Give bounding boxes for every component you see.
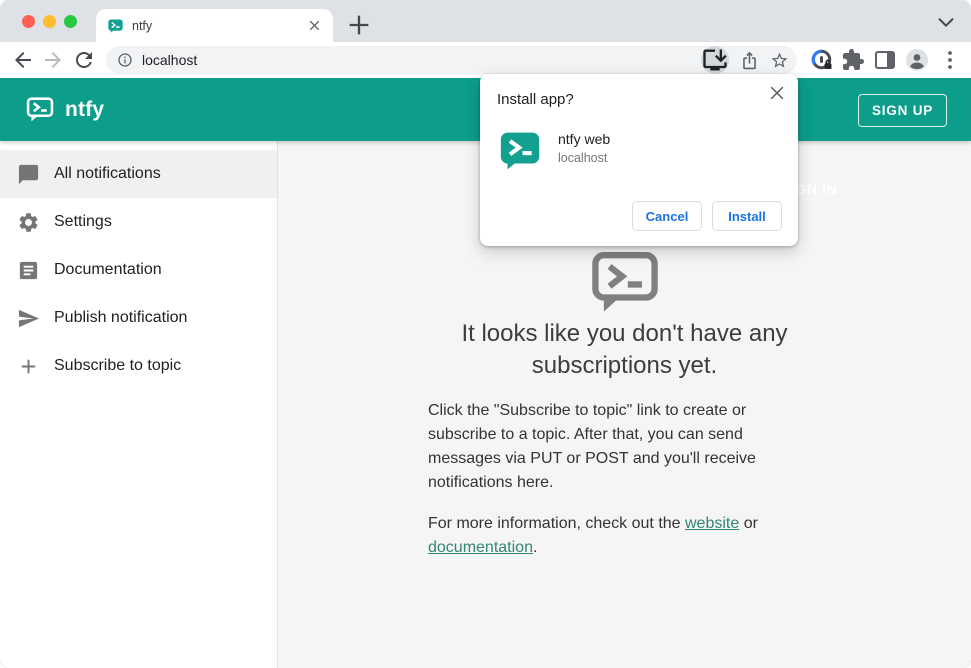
ntfy-app-icon [500, 131, 540, 171]
tab-close-icon[interactable] [306, 17, 323, 34]
side-panel-icon[interactable] [873, 48, 897, 72]
empty-state-heading: It looks like you don't have any subscri… [461, 320, 788, 379]
sidebar-item-publish-notification[interactable]: Publish notification [0, 294, 277, 342]
tab-search-chevron-icon[interactable] [933, 11, 959, 33]
dialog-app-name: ntfy web [558, 131, 611, 147]
install-button[interactable]: Install [712, 201, 782, 231]
paragraph-text: For more information, check out the [428, 515, 685, 532]
profile-avatar-icon[interactable] [905, 48, 929, 72]
browser-tab-ntfy[interactable]: ntfy [96, 9, 333, 42]
sidebar-item-settings[interactable]: Settings [0, 198, 277, 246]
cancel-button[interactable]: Cancel [632, 201, 702, 231]
sidebar: All notifications Settings Documentation… [0, 141, 278, 668]
paragraph-text: or [743, 515, 758, 532]
empty-state-paragraph: Click the "Subscribe to topic" link to c… [428, 402, 756, 491]
install-app-icon[interactable] [701, 46, 729, 74]
url-text: localhost [142, 52, 198, 68]
new-tab-button[interactable] [345, 11, 373, 39]
dialog-app-origin: localhost [558, 151, 608, 165]
tab-strip: ntfy [0, 0, 971, 42]
menu-dots-icon[interactable] [938, 48, 962, 72]
sidebar-item-label: Documentation [54, 261, 162, 278]
macos-window-controls [22, 15, 77, 28]
sidebar-item-documentation[interactable]: Documentation [0, 246, 277, 294]
sidebar-item-all-notifications[interactable]: All notifications [0, 150, 277, 198]
ntfy-logo-outline-icon [589, 251, 661, 313]
address-bar[interactable]: localhost [106, 46, 797, 74]
empty-state-paragraph: For more information, check out the webs… [428, 512, 828, 560]
window-minimize-button[interactable] [43, 15, 56, 28]
plus-icon [17, 355, 40, 378]
refresh-button[interactable] [72, 48, 96, 72]
browser-window: ntfy localhost ntfy SIGN IN SIGN UP All … [0, 0, 971, 668]
sidebar-item-subscribe-to-topic[interactable]: Subscribe to topic [0, 342, 277, 390]
dialog-close-icon[interactable] [767, 83, 787, 103]
send-icon [17, 307, 40, 330]
sidebar-item-label: Settings [54, 213, 112, 230]
sidebar-item-label: All notifications [54, 165, 161, 182]
sidebar-item-label: Publish notification [54, 309, 188, 326]
tab-title: ntfy [132, 18, 153, 33]
browser-toolbar: localhost [0, 42, 971, 78]
window-close-button[interactable] [22, 15, 35, 28]
empty-state-text: Click the "Subscribe to topic" link to c… [428, 399, 828, 560]
dialog-title: Install app? [497, 91, 574, 108]
sign-up-button[interactable]: SIGN UP [858, 94, 947, 127]
paragraph-text: . [532, 539, 538, 556]
install-app-dialog: Install app? ntfy web localhost Cancel I… [480, 74, 798, 246]
page-info-icon[interactable] [117, 52, 133, 68]
extensions-puzzle-icon[interactable] [841, 48, 865, 72]
forward-button[interactable] [41, 48, 65, 72]
sidebar-item-label: Subscribe to topic [54, 357, 182, 374]
share-icon[interactable] [740, 51, 759, 70]
website-link[interactable]: website [685, 515, 739, 532]
documentation-link[interactable]: documentation [428, 539, 533, 556]
app-title: ntfy [65, 97, 105, 121]
article-icon [17, 259, 40, 282]
chat-bubble-icon [17, 163, 40, 186]
ntfy-favicon-icon [108, 18, 123, 33]
back-button[interactable] [11, 48, 35, 72]
gear-icon [17, 211, 40, 234]
ntfy-logo-icon [26, 97, 54, 122]
bookmark-star-icon[interactable] [770, 51, 789, 70]
window-zoom-button[interactable] [64, 15, 77, 28]
password-manager-icon[interactable] [810, 48, 834, 72]
